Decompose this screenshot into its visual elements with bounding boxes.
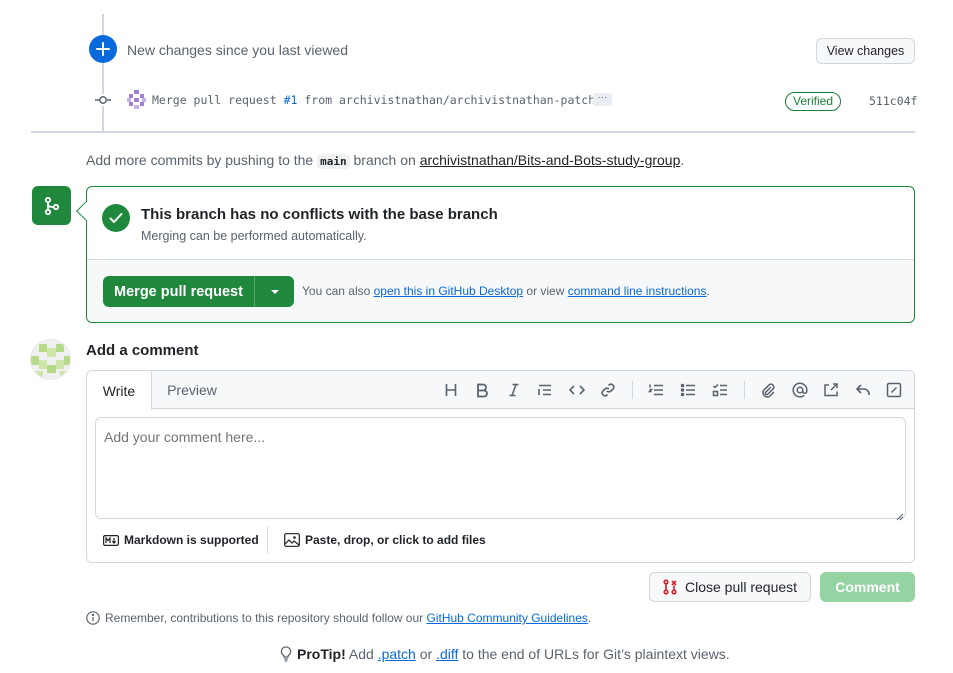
branch-name: main	[317, 154, 350, 169]
footer-separator	[267, 526, 268, 554]
merge-status-subtitle: Merging can be performed automatically.	[141, 229, 367, 243]
comment-textarea[interactable]	[95, 417, 906, 519]
commit-dot-icon	[95, 94, 111, 106]
tab-write[interactable]: Write	[87, 371, 152, 410]
unordered-list-icon[interactable]	[678, 380, 698, 400]
diff-link[interactable]: .diff	[436, 646, 458, 662]
merge-alternatives-note: You can also open this in GitHub Desktop…	[302, 284, 710, 298]
image-icon	[284, 533, 300, 547]
commit-author-avatar[interactable]	[127, 90, 146, 109]
protip-or: or	[419, 646, 433, 662]
add-commits-note: Add more commits by pushing to the main …	[86, 152, 685, 169]
merge-button-group[interactable]: Merge pull request	[103, 276, 294, 307]
merge-info-middle: or view	[526, 284, 565, 298]
protip-label: ProTip!	[297, 646, 346, 662]
markdown-supported-link[interactable]: Markdown is supported	[103, 533, 259, 547]
commit-message-suffix: from archivistnathan/archivistnathan-pat…	[304, 93, 609, 107]
close-pull-request-button[interactable]: Close pull request	[649, 572, 811, 602]
toolbar-separator	[632, 381, 633, 399]
triangle-down-icon	[270, 289, 279, 294]
verified-badge[interactable]: Verified	[785, 92, 842, 111]
protip: ProTip! Add .patch or .diff to the end o…	[280, 646, 730, 662]
timeline-divider	[31, 131, 915, 133]
reply-icon[interactable]	[853, 380, 873, 400]
remember-prefix: Remember, contributions to this reposito…	[105, 611, 424, 625]
numbered-list-icon[interactable]	[646, 380, 666, 400]
check-circle-icon	[102, 204, 130, 232]
merge-info-suffix: .	[706, 284, 710, 298]
code-icon[interactable]	[567, 380, 587, 400]
merge-method-dropdown[interactable]	[255, 276, 294, 307]
community-guidelines-link[interactable]: GitHub Community Guidelines	[427, 611, 588, 625]
guidelines-note: Remember, contributions to this reposito…	[86, 611, 591, 625]
github-desktop-link[interactable]: open this in GitHub Desktop	[374, 284, 523, 298]
protip-post: to the end of URLs for Git’s plaintext v…	[462, 646, 730, 662]
protip-pre: Add	[348, 646, 374, 662]
patch-link[interactable]: .patch	[378, 646, 416, 662]
fullscreen-icon[interactable]	[884, 380, 904, 400]
commit-pr-link[interactable]: #1	[284, 93, 298, 107]
commit-expand-button[interactable]: ···	[593, 93, 612, 106]
markdown-note: Markdown is supported	[124, 533, 259, 547]
commit-message-prefix: Merge pull request	[152, 93, 277, 107]
close-pull-request-label: Close pull request	[684, 579, 798, 595]
link-icon[interactable]	[598, 380, 618, 400]
git-merge-icon	[32, 186, 71, 225]
git-pull-request-closed-icon	[663, 579, 677, 595]
avatar[interactable]	[30, 339, 71, 380]
mention-icon[interactable]	[790, 380, 810, 400]
bold-icon[interactable]	[472, 380, 492, 400]
task-list-icon[interactable]	[710, 380, 730, 400]
remember-suffix: .	[587, 611, 592, 625]
timeline-line	[102, 14, 104, 132]
merge-pull-request-button[interactable]: Merge pull request	[103, 276, 255, 307]
cross-reference-icon[interactable]	[821, 380, 841, 400]
resize-handle-icon[interactable]	[896, 508, 904, 521]
tab-preview[interactable]: Preview	[160, 371, 224, 409]
paperclip-icon[interactable]	[758, 380, 778, 400]
add-commits-prefix: Add more commits by pushing to the	[86, 152, 314, 168]
italic-icon[interactable]	[504, 380, 524, 400]
paste-note: Paste, drop, or click to add files	[305, 533, 486, 547]
add-files-button[interactable]: Paste, drop, or click to add files	[284, 533, 486, 547]
light-bulb-icon	[280, 646, 292, 662]
plus-icon	[89, 35, 117, 63]
toolbar-separator	[744, 381, 745, 399]
info-icon	[86, 611, 100, 625]
merge-info-prefix: You can also	[302, 284, 371, 298]
commit-message[interactable]: Merge pull request #1 from archivistnath…	[152, 93, 609, 107]
repo-link[interactable]: archivistnathan/Bits-and-Bots-study-grou…	[420, 152, 681, 168]
markdown-icon	[103, 534, 119, 546]
comment-button[interactable]: Comment	[820, 572, 915, 602]
new-changes-label: New changes since you last viewed	[127, 42, 349, 58]
view-changes-button[interactable]: View changes	[816, 38, 915, 64]
add-commits-middle: branch on	[353, 152, 416, 168]
merge-status-title: This branch has no conflicts with the ba…	[141, 206, 498, 223]
add-comment-heading: Add a comment	[86, 342, 199, 359]
add-commits-suffix: .	[680, 152, 685, 168]
quote-icon[interactable]	[535, 380, 555, 400]
commit-sha-link[interactable]: 511c04f	[869, 94, 917, 108]
heading-icon[interactable]	[441, 380, 461, 400]
command-line-link[interactable]: command line instructions	[568, 284, 707, 298]
